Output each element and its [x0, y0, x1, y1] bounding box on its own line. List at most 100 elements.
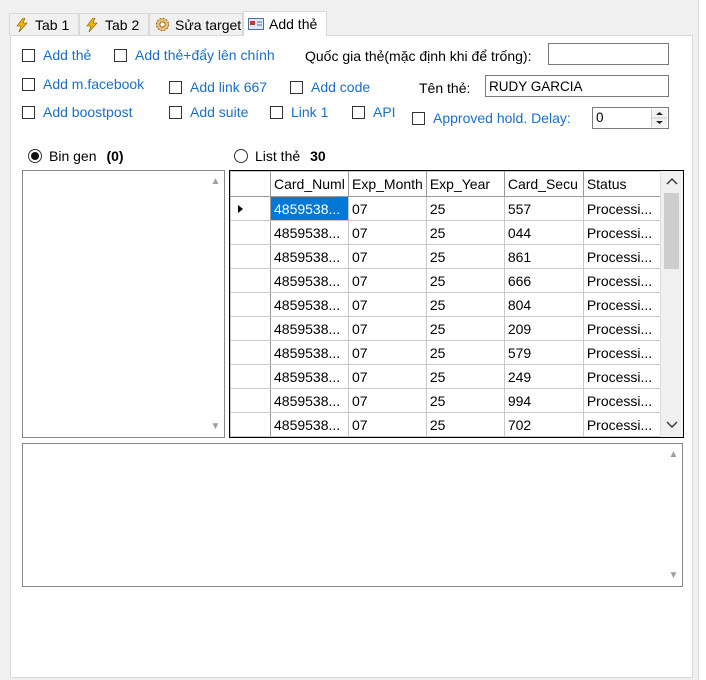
table-cell[interactable]: 4859538... — [270, 292, 349, 317]
approved-hold-checkbox[interactable]: Approved hold. Delay: — [412, 110, 571, 126]
column-header[interactable]: Status — [582, 171, 664, 197]
country-field[interactable] — [548, 43, 669, 65]
table-cell[interactable]: 4859538... — [270, 364, 349, 389]
table-cell[interactable]: Processi... — [582, 220, 664, 245]
table-cell[interactable]: 557 — [503, 196, 584, 221]
table-row[interactable]: 4859538... 07 25 666 Processi... — [230, 268, 664, 293]
column-header[interactable]: Exp_Year — [425, 171, 505, 197]
table-cell[interactable]: 07 — [348, 412, 427, 437]
table-cell[interactable]: 07 — [348, 244, 427, 269]
row-header[interactable] — [230, 412, 271, 437]
table-cell[interactable]: 07 — [348, 196, 427, 221]
row-header[interactable] — [230, 196, 271, 221]
tab-2[interactable]: Tab 2 — [79, 13, 149, 35]
checkbox-box[interactable] — [352, 105, 365, 119]
table-cell[interactable]: Processi... — [582, 196, 664, 221]
column-header[interactable]: Exp_Month — [348, 171, 427, 197]
table-cell[interactable]: Processi... — [582, 388, 664, 413]
table-cell[interactable]: 4859538... — [270, 196, 349, 221]
add-link-667-checkbox[interactable]: Add link 667 — [169, 79, 267, 95]
checkbox-box[interactable] — [270, 105, 283, 119]
checkbox-box[interactable] — [412, 111, 425, 125]
table-row[interactable]: 4859538... 07 25 209 Processi... — [230, 316, 664, 341]
vertical-scrollbar[interactable]: ▲ ▼ — [665, 444, 682, 586]
row-header[interactable] — [230, 244, 271, 269]
table-cell[interactable]: 07 — [348, 292, 427, 317]
table-cell[interactable]: 07 — [348, 220, 427, 245]
table-cell[interactable]: Processi... — [582, 244, 664, 269]
bin-gen-radio[interactable]: Bin gen (0) — [28, 148, 124, 164]
list-the-radio[interactable]: List thẻ 30 — [234, 148, 326, 164]
checkbox-box[interactable] — [22, 48, 35, 62]
table-cell[interactable]: Processi... — [582, 364, 664, 389]
table-cell[interactable]: 994 — [503, 388, 584, 413]
table-cell[interactable]: Processi... — [582, 412, 664, 437]
add-the-checkbox[interactable]: Add thẻ — [22, 47, 91, 63]
table-cell[interactable]: 666 — [503, 268, 584, 293]
scroll-down-icon[interactable]: ▼ — [668, 571, 679, 581]
checkbox-box[interactable] — [22, 105, 35, 119]
table-cell[interactable]: 07 — [348, 316, 427, 341]
table-row[interactable]: 4859538... 07 25 702 Processi... — [230, 412, 664, 437]
scroll-up-icon[interactable]: ▲ — [210, 177, 221, 187]
add-suite-checkbox[interactable]: Add suite — [169, 104, 248, 120]
add-the-day-checkbox[interactable]: Add thẻ+đẩy lên chính — [114, 47, 275, 63]
row-header[interactable] — [230, 340, 271, 365]
table-row[interactable]: 4859538... 07 25 804 Processi... — [230, 292, 664, 317]
table-cell[interactable]: 209 — [503, 316, 584, 341]
table-cell[interactable]: 25 — [425, 244, 505, 269]
table-cell[interactable]: 25 — [425, 220, 505, 245]
grid-vertical-scrollbar[interactable] — [660, 171, 683, 437]
row-header[interactable] — [230, 292, 271, 317]
scroll-up-icon[interactable] — [666, 176, 678, 188]
spin-buttons[interactable] — [651, 109, 667, 127]
checkbox-box[interactable] — [22, 77, 35, 91]
bin-gen-textarea[interactable]: ▲ ▼ — [22, 170, 225, 438]
table-row[interactable]: 4859538... 07 25 249 Processi... — [230, 364, 664, 389]
radio-dot[interactable] — [28, 149, 42, 163]
tab-1[interactable]: Tab 1 — [9, 13, 79, 35]
checkbox-box[interactable] — [114, 48, 127, 62]
scroll-thumb[interactable] — [664, 193, 679, 269]
table-cell[interactable]: 4859538... — [270, 244, 349, 269]
table-cell[interactable]: 804 — [503, 292, 584, 317]
add-code-checkbox[interactable]: Add code — [290, 79, 370, 95]
checkbox-box[interactable] — [169, 80, 182, 94]
log-textarea[interactable]: ▲ ▼ — [22, 443, 683, 587]
table-cell[interactable]: 25 — [425, 316, 505, 341]
delay-stepper[interactable]: 0 — [592, 107, 669, 129]
tab-sua-target[interactable]: Sửa target — [149, 13, 243, 35]
table-cell[interactable]: 044 — [503, 220, 584, 245]
table-cell[interactable]: 25 — [425, 340, 505, 365]
scroll-up-icon[interactable]: ▲ — [668, 450, 679, 460]
table-cell[interactable]: 4859538... — [270, 412, 349, 437]
table-cell[interactable]: 579 — [503, 340, 584, 365]
table-cell[interactable]: 25 — [425, 364, 505, 389]
row-header[interactable] — [230, 388, 271, 413]
scroll-down-icon[interactable]: ▼ — [210, 422, 221, 432]
row-header[interactable] — [230, 220, 271, 245]
table-cell[interactable]: 07 — [348, 340, 427, 365]
table-cell[interactable]: 07 — [348, 388, 427, 413]
table-cell[interactable]: 25 — [425, 196, 505, 221]
column-header[interactable]: Card_Numl — [270, 171, 349, 197]
table-cell[interactable]: Processi... — [582, 316, 664, 341]
table-row[interactable]: 4859538... 07 25 861 Processi... — [230, 244, 664, 269]
name-field[interactable] — [485, 75, 669, 97]
table-cell[interactable]: 07 — [348, 268, 427, 293]
row-header[interactable] — [230, 364, 271, 389]
table-cell[interactable]: 861 — [503, 244, 584, 269]
table-cell[interactable]: 25 — [425, 268, 505, 293]
table-cell[interactable]: 4859538... — [270, 220, 349, 245]
add-mfacebook-checkbox[interactable]: Add m.facebook — [22, 76, 144, 92]
table-cell[interactable]: 25 — [425, 292, 505, 317]
tab-add-the[interactable]: Add thẻ — [243, 11, 327, 36]
table-cell[interactable]: 4859538... — [270, 340, 349, 365]
cards-grid[interactable]: Card_Numl Exp_Month Exp_Year Card_Secu S… — [229, 170, 684, 438]
table-cell[interactable]: Processi... — [582, 268, 664, 293]
table-cell[interactable]: 4859538... — [270, 316, 349, 341]
scroll-down-icon[interactable] — [666, 417, 678, 432]
add-boostpost-checkbox[interactable]: Add boostpost — [22, 104, 133, 120]
table-row[interactable]: 4859538... 07 25 994 Processi... — [230, 388, 664, 413]
api-checkbox[interactable]: API — [352, 104, 396, 120]
